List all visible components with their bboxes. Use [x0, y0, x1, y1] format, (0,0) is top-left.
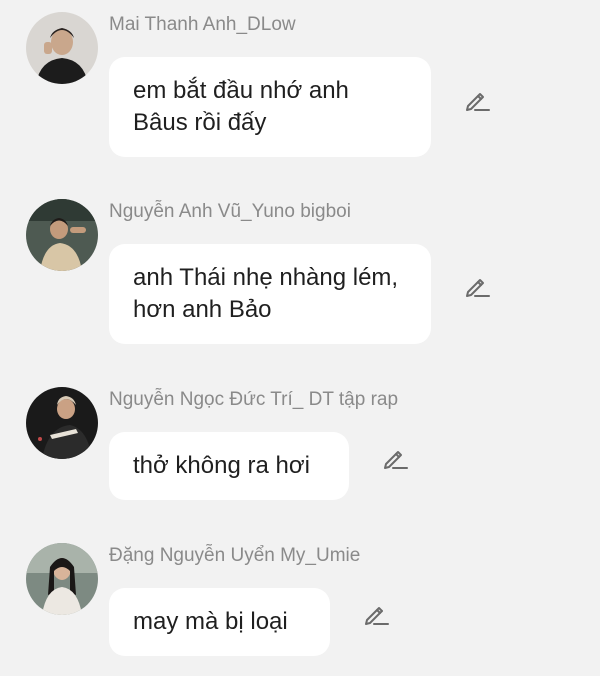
comment-feed: Mai Thanh Anh_DLow em bắt đầu nhớ anh Bâ…: [0, 0, 600, 676]
pencil-icon: [381, 444, 409, 472]
edit-comment-button[interactable]: [362, 600, 390, 628]
avatar[interactable]: [26, 199, 98, 271]
avatar[interactable]: [26, 12, 98, 84]
avatar[interactable]: [26, 543, 98, 615]
edit-comment-button[interactable]: [381, 444, 409, 472]
pencil-icon: [362, 600, 390, 628]
comment-text: anh Thái nhẹ nhàng lém, hơn anh Bảo: [133, 264, 399, 323]
edit-comment-button[interactable]: [463, 86, 491, 114]
comment-author: Đặng Nguyễn Uyển My_Umie: [109, 545, 361, 566]
comment-bubble: may mà bị loại: [109, 588, 330, 656]
comment-text: thở không ra hơi: [133, 452, 310, 479]
comment-bubble: anh Thái nhẹ nhàng lém, hơn anh Bảo: [109, 244, 431, 344]
comment-text: em bắt đầu nhớ anh Bâus rồi đấy: [133, 77, 349, 136]
comment-bubble: em bắt đầu nhớ anh Bâus rồi đấy: [109, 57, 431, 157]
comment-author: Nguyễn Ngọc Đức Trí_ DT tập rap: [109, 389, 399, 410]
edit-comment-button[interactable]: [463, 272, 491, 300]
pencil-icon: [463, 86, 491, 114]
pencil-icon: [463, 272, 491, 300]
comment-bubble: thở không ra hơi: [109, 432, 349, 500]
comment-author: Nguyễn Anh Vũ_Yuno bigboi: [109, 201, 351, 222]
comment-author: Mai Thanh Anh_DLow: [109, 14, 296, 35]
avatar[interactable]: [26, 387, 98, 459]
comment-text: may mà bị loại: [133, 608, 288, 635]
